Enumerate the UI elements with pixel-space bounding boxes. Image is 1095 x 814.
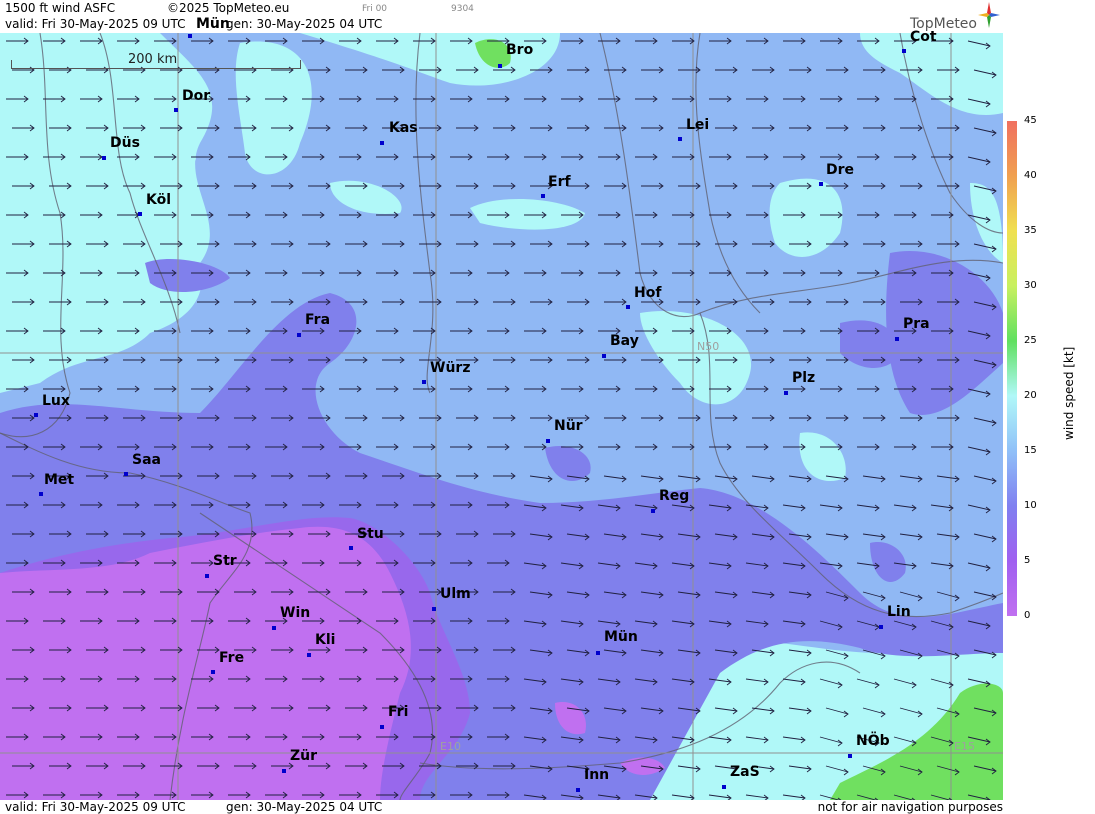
city-label: Fre xyxy=(219,650,245,666)
city-label: Plz xyxy=(792,370,816,386)
city-marker xyxy=(188,34,192,38)
city-label: ZaS xyxy=(730,764,760,780)
compass-logo-icon xyxy=(978,2,1000,28)
city-marker xyxy=(432,607,436,611)
city-marker xyxy=(546,439,550,443)
city-marker xyxy=(541,194,545,198)
city-marker xyxy=(307,653,311,657)
city-marker xyxy=(722,785,726,789)
wind-map xyxy=(0,33,1003,800)
city-label: Str xyxy=(213,553,237,569)
city-marker xyxy=(102,156,106,160)
footer-valid: valid: Fri 30-May-2025 09 UTC xyxy=(5,800,186,814)
city-label: Kas xyxy=(389,120,418,136)
city-label: Saa xyxy=(132,452,161,468)
city-label: Bay xyxy=(610,333,639,349)
city-label: Reg xyxy=(659,488,690,504)
city-marker xyxy=(349,546,353,550)
city-label: Würz xyxy=(430,360,471,376)
city-label: NÖb xyxy=(856,733,890,749)
city-marker xyxy=(282,769,286,773)
city-label: Kli xyxy=(315,632,336,648)
wind-map-canvas xyxy=(0,33,1003,800)
city-label: Nür xyxy=(554,418,583,434)
legend-tick-label: 20 xyxy=(1024,390,1037,401)
city-label: Lei xyxy=(686,117,710,133)
city-label: Inn xyxy=(584,767,610,783)
city-marker xyxy=(174,108,178,112)
legend-tick-label: 45 xyxy=(1024,115,1037,126)
city-label: Met xyxy=(44,472,75,488)
city-marker xyxy=(602,354,606,358)
city-label: Dor xyxy=(182,88,211,104)
city-label: Mün xyxy=(196,16,230,32)
city-marker xyxy=(422,380,426,384)
legend-tick-label: 40 xyxy=(1024,170,1037,181)
city-label: Ulm xyxy=(440,586,471,602)
city-marker xyxy=(34,413,38,417)
city-label: Bro xyxy=(506,42,534,58)
city-label: Pra xyxy=(903,316,930,332)
city-marker xyxy=(39,492,43,496)
city-marker xyxy=(879,625,883,629)
city-marker xyxy=(651,509,655,513)
city-marker xyxy=(784,391,788,395)
legend-tick-label: 30 xyxy=(1024,280,1037,291)
footer-gen: gen: 30-May-2025 04 UTC xyxy=(226,800,383,814)
city-marker xyxy=(138,212,142,216)
city-marker xyxy=(626,305,630,309)
scale-bar-label: 200 km xyxy=(128,52,178,67)
city-marker xyxy=(895,337,899,341)
legend-tick-label: 25 xyxy=(1024,335,1037,346)
city-marker xyxy=(297,333,301,337)
city-label: Köl xyxy=(146,192,172,208)
city-label: Erf xyxy=(548,174,571,190)
city-marker xyxy=(498,64,502,68)
city-marker xyxy=(272,626,276,630)
city-marker xyxy=(380,141,384,145)
city-label: Fri xyxy=(388,704,409,720)
city-marker xyxy=(380,725,384,729)
city-label: Hof xyxy=(634,285,662,301)
city-marker xyxy=(576,788,580,792)
valid-time: valid: Fri 30-May-2025 09 UTC xyxy=(5,17,186,31)
city-marker xyxy=(124,472,128,476)
city-marker xyxy=(848,754,852,758)
copyright: ©2025 TopMeteo.eu xyxy=(167,1,290,15)
city-marker xyxy=(205,574,209,578)
city-label: Stu xyxy=(357,526,384,542)
footer-disclaimer: not for air navigation purposes xyxy=(817,800,1003,814)
city-label: Dre xyxy=(826,162,855,178)
city-label: Düs xyxy=(110,135,140,151)
product-title: 1500 ft wind ASFC xyxy=(5,1,116,15)
city-marker xyxy=(902,49,906,53)
run-label: Fri 00 xyxy=(362,4,388,14)
code-label: 9304 xyxy=(451,4,474,14)
city-label: Lux xyxy=(42,393,70,409)
gen-time: gen: 30-May-2025 04 UTC xyxy=(226,17,383,31)
city-label: Win xyxy=(280,605,311,621)
grid-label-e10: E10 xyxy=(440,740,461,753)
city-label: Zür xyxy=(290,748,318,764)
legend-tick-label: 35 xyxy=(1024,225,1037,236)
legend-title: wind speed [kt] xyxy=(1062,346,1076,440)
grid-label-n50: N50 xyxy=(697,340,720,353)
city-marker xyxy=(596,651,600,655)
city-label: Lin xyxy=(887,604,911,620)
legend-tick-label: 10 xyxy=(1024,500,1037,511)
city-marker xyxy=(678,137,682,141)
legend-tick-label: 0 xyxy=(1024,610,1031,621)
legend-tick-label: 5 xyxy=(1024,555,1031,566)
legend-color-bar xyxy=(1007,121,1017,616)
city-label: Mün xyxy=(604,629,638,645)
grid-label-e15: E15 xyxy=(954,740,975,753)
city-label: Cot xyxy=(910,29,937,45)
city-label: Fra xyxy=(305,312,331,328)
legend-tick-label: 15 xyxy=(1024,445,1037,456)
city-marker xyxy=(211,670,215,674)
city-marker xyxy=(819,182,823,186)
